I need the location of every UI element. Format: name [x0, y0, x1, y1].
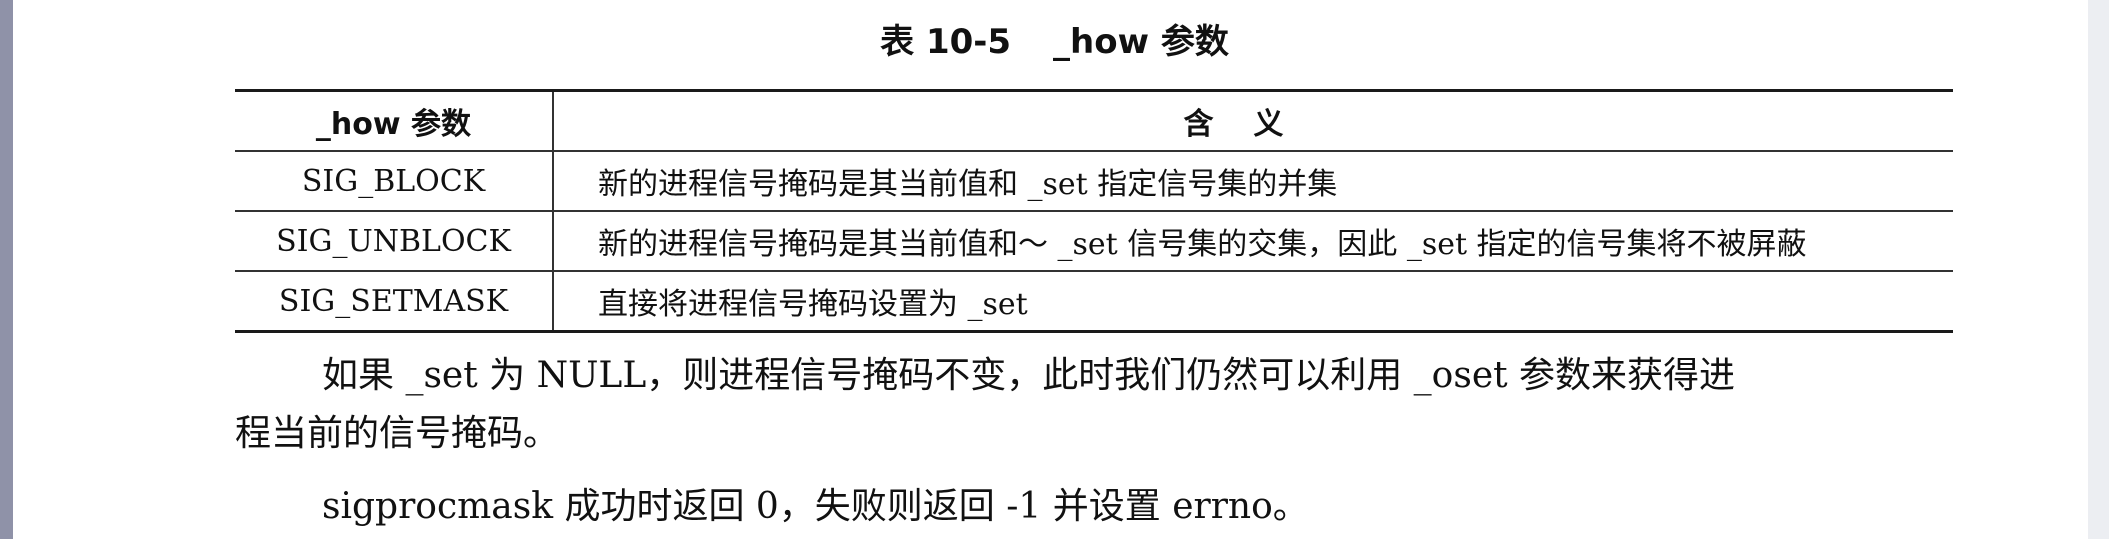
param-cell: SIG_UNBLOCK [235, 210, 554, 271]
paragraph-1-line-2: 程当前的信号掩码。 [235, 413, 560, 454]
table-row: SIG_UNBLOCK 新的进程信号掩码是其当前值和～ _set 信号集的交集，… [235, 210, 1953, 271]
paragraph-1-line-1: 如果 _set 为 NULL，则进程信号掩码不变，此时我们仍然可以利用 _ose… [322, 355, 1736, 396]
param-cell: SIG_SETMASK [235, 270, 554, 332]
table-row: SIG_SETMASK 直接将进程信号掩码设置为 _set [235, 270, 1953, 332]
left-margin-bar [0, 0, 13, 539]
table-title: _how 参数 [1053, 22, 1229, 62]
table-row: SIG_BLOCK 新的进程信号掩码是其当前值和 _set 指定信号集的并集 [235, 150, 1953, 211]
header-meaning: 含义 [1183, 107, 1324, 142]
paragraph-2: sigprocmask 成功时返回 0，失败则返回 -1 并设置 errno。 [322, 486, 1309, 527]
meaning-cell: 直接将进程信号掩码设置为 _set [553, 270, 1953, 332]
table-header-row: _how 参数 含义 [235, 90, 1953, 151]
meaning-cell: 新的进程信号掩码是其当前值和～ _set 信号集的交集，因此 _set 指定的信… [553, 210, 1953, 271]
table-number: 表 10-5 [880, 22, 1012, 62]
meaning-cell: 新的进程信号掩码是其当前值和 _set 指定信号集的并集 [553, 150, 1953, 211]
how-parameter-table: _how 参数 含义 SIG_BLOCK 新的进程信号掩码是其当前值和 _set… [235, 89, 1953, 333]
header-how-param: _how 参数 [235, 90, 554, 151]
table-caption: 表 10-5 _how 参数 [0, 20, 2109, 64]
right-margin-bar [2088, 0, 2109, 539]
param-cell: SIG_BLOCK [235, 150, 554, 211]
